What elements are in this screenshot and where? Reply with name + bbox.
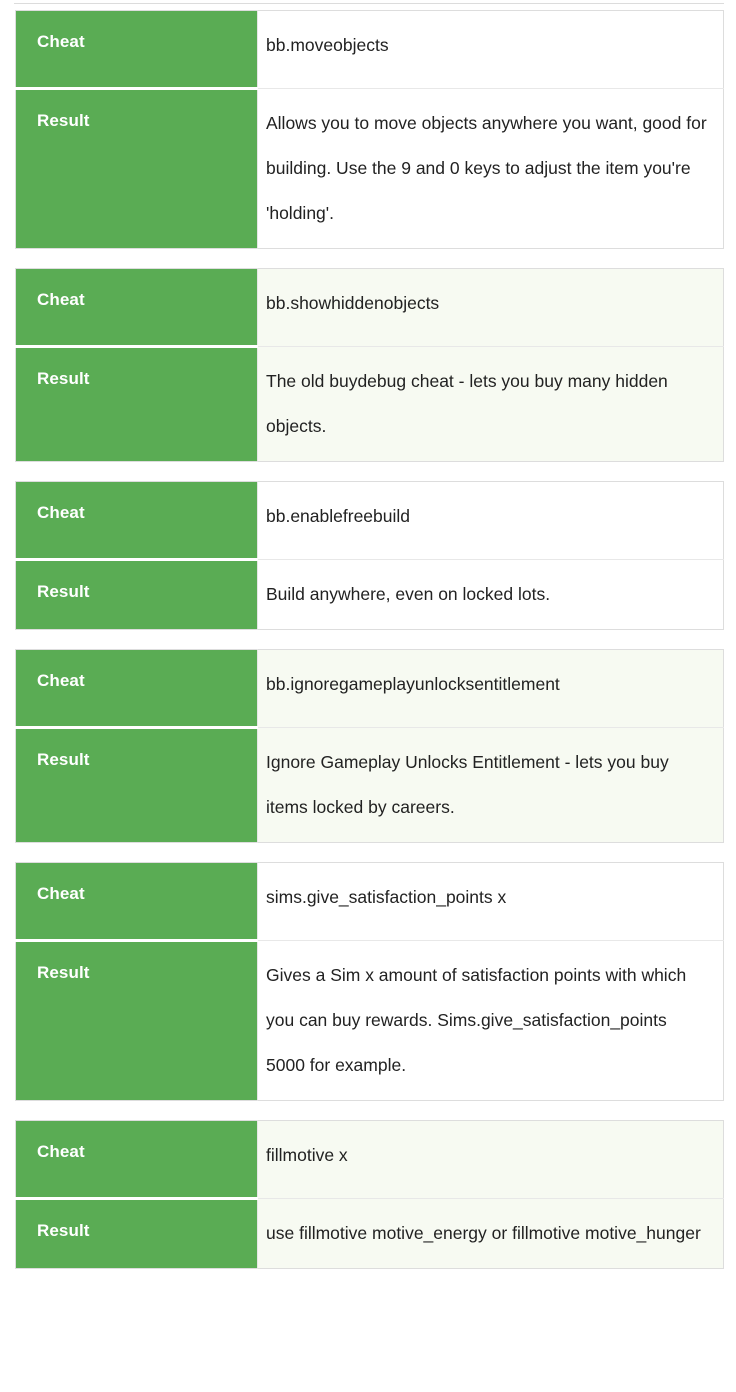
cheat-command-text: fillmotive x: [266, 1145, 348, 1165]
cheat-command-text: sims.give_satisfaction_points x: [266, 887, 507, 907]
table-row: Result Build anywhere, even on locked lo…: [15, 558, 724, 630]
page-top-divider: [14, 3, 724, 4]
cheat-label: Cheat: [15, 649, 258, 728]
cheat-command-text: bb.ignoregameplayunlocksentitlement: [266, 674, 560, 694]
table-row: Result Gives a Sim x amount of satisfact…: [15, 939, 724, 1101]
cheat-code-page: Cheat bb.moveobjects Result Allows you t…: [0, 0, 736, 1392]
table-row: Result Ignore Gameplay Unlocks Entitleme…: [15, 726, 724, 843]
cheat-label: Cheat: [15, 481, 258, 560]
table-row: Cheat bb.moveobjects: [15, 10, 724, 89]
result-description-text: Gives a Sim x amount of satisfaction poi…: [266, 965, 687, 1075]
result-label: Result: [15, 939, 258, 1101]
cheat-command-text: bb.showhiddenobjects: [266, 293, 440, 313]
cheat-command-value: bb.showhiddenobjects: [257, 268, 724, 347]
cheat-command-value: fillmotive x: [257, 1120, 724, 1199]
table-row: Result Allows you to move objects anywhe…: [15, 87, 724, 249]
result-description-text: Ignore Gameplay Unlocks Entitlement - le…: [266, 752, 669, 817]
cheat-command-value: bb.ignoregameplayunlocksentitlement: [257, 649, 724, 728]
result-description-text: The old buydebug cheat - lets you buy ma…: [266, 371, 668, 436]
cheat-tables-container: Cheat bb.moveobjects Result Allows you t…: [0, 0, 736, 1269]
table-row: Result use fillmotive motive_energy or f…: [15, 1197, 724, 1269]
result-description-value: Build anywhere, even on locked lots.: [257, 559, 724, 630]
table-row: Cheat sims.give_satisfaction_points x: [15, 862, 724, 941]
result-label: Result: [15, 558, 258, 630]
table-row: Cheat fillmotive x: [15, 1120, 724, 1199]
table-row: Result The old buydebug cheat - lets you…: [15, 345, 724, 462]
result-description-value: Gives a Sim x amount of satisfaction poi…: [257, 940, 724, 1101]
cheat-table: Cheat bb.showhiddenobjects Result The ol…: [15, 268, 724, 462]
cheat-command-value: sims.give_satisfaction_points x: [257, 862, 724, 941]
cheat-command-text: bb.moveobjects: [266, 35, 389, 55]
result-description-value: Ignore Gameplay Unlocks Entitlement - le…: [257, 727, 724, 843]
result-label: Result: [15, 345, 258, 462]
cheat-label: Cheat: [15, 1120, 258, 1199]
result-label: Result: [15, 726, 258, 843]
cheat-command-text: bb.enablefreebuild: [266, 506, 411, 526]
cheat-label: Cheat: [15, 268, 258, 347]
table-row: Cheat bb.enablefreebuild: [15, 481, 724, 560]
result-label: Result: [15, 1197, 258, 1269]
cheat-command-value: bb.moveobjects: [257, 10, 724, 89]
cheat-table: Cheat bb.moveobjects Result Allows you t…: [15, 10, 724, 249]
table-row: Cheat bb.showhiddenobjects: [15, 268, 724, 347]
result-description-value: Allows you to move objects anywhere you …: [257, 88, 724, 249]
cheat-table: Cheat bb.enablefreebuild Result Build an…: [15, 481, 724, 630]
cheat-table: Cheat sims.give_satisfaction_points x Re…: [15, 862, 724, 1101]
result-description-text: Allows you to move objects anywhere you …: [266, 113, 707, 223]
cheat-table: Cheat bb.ignoregameplayunlocksentitlemen…: [15, 649, 724, 843]
result-description-value: use fillmotive motive_energy or fillmoti…: [257, 1198, 724, 1269]
result-description-text: Build anywhere, even on locked lots.: [266, 584, 551, 604]
cheat-table: Cheat fillmotive x Result use fillmotive…: [15, 1120, 724, 1269]
cheat-command-value: bb.enablefreebuild: [257, 481, 724, 560]
cheat-label: Cheat: [15, 10, 258, 89]
cheat-label: Cheat: [15, 862, 258, 941]
table-row: Cheat bb.ignoregameplayunlocksentitlemen…: [15, 649, 724, 728]
result-description-text: use fillmotive motive_energy or fillmoti…: [266, 1223, 701, 1243]
result-description-value: The old buydebug cheat - lets you buy ma…: [257, 346, 724, 462]
result-label: Result: [15, 87, 258, 249]
